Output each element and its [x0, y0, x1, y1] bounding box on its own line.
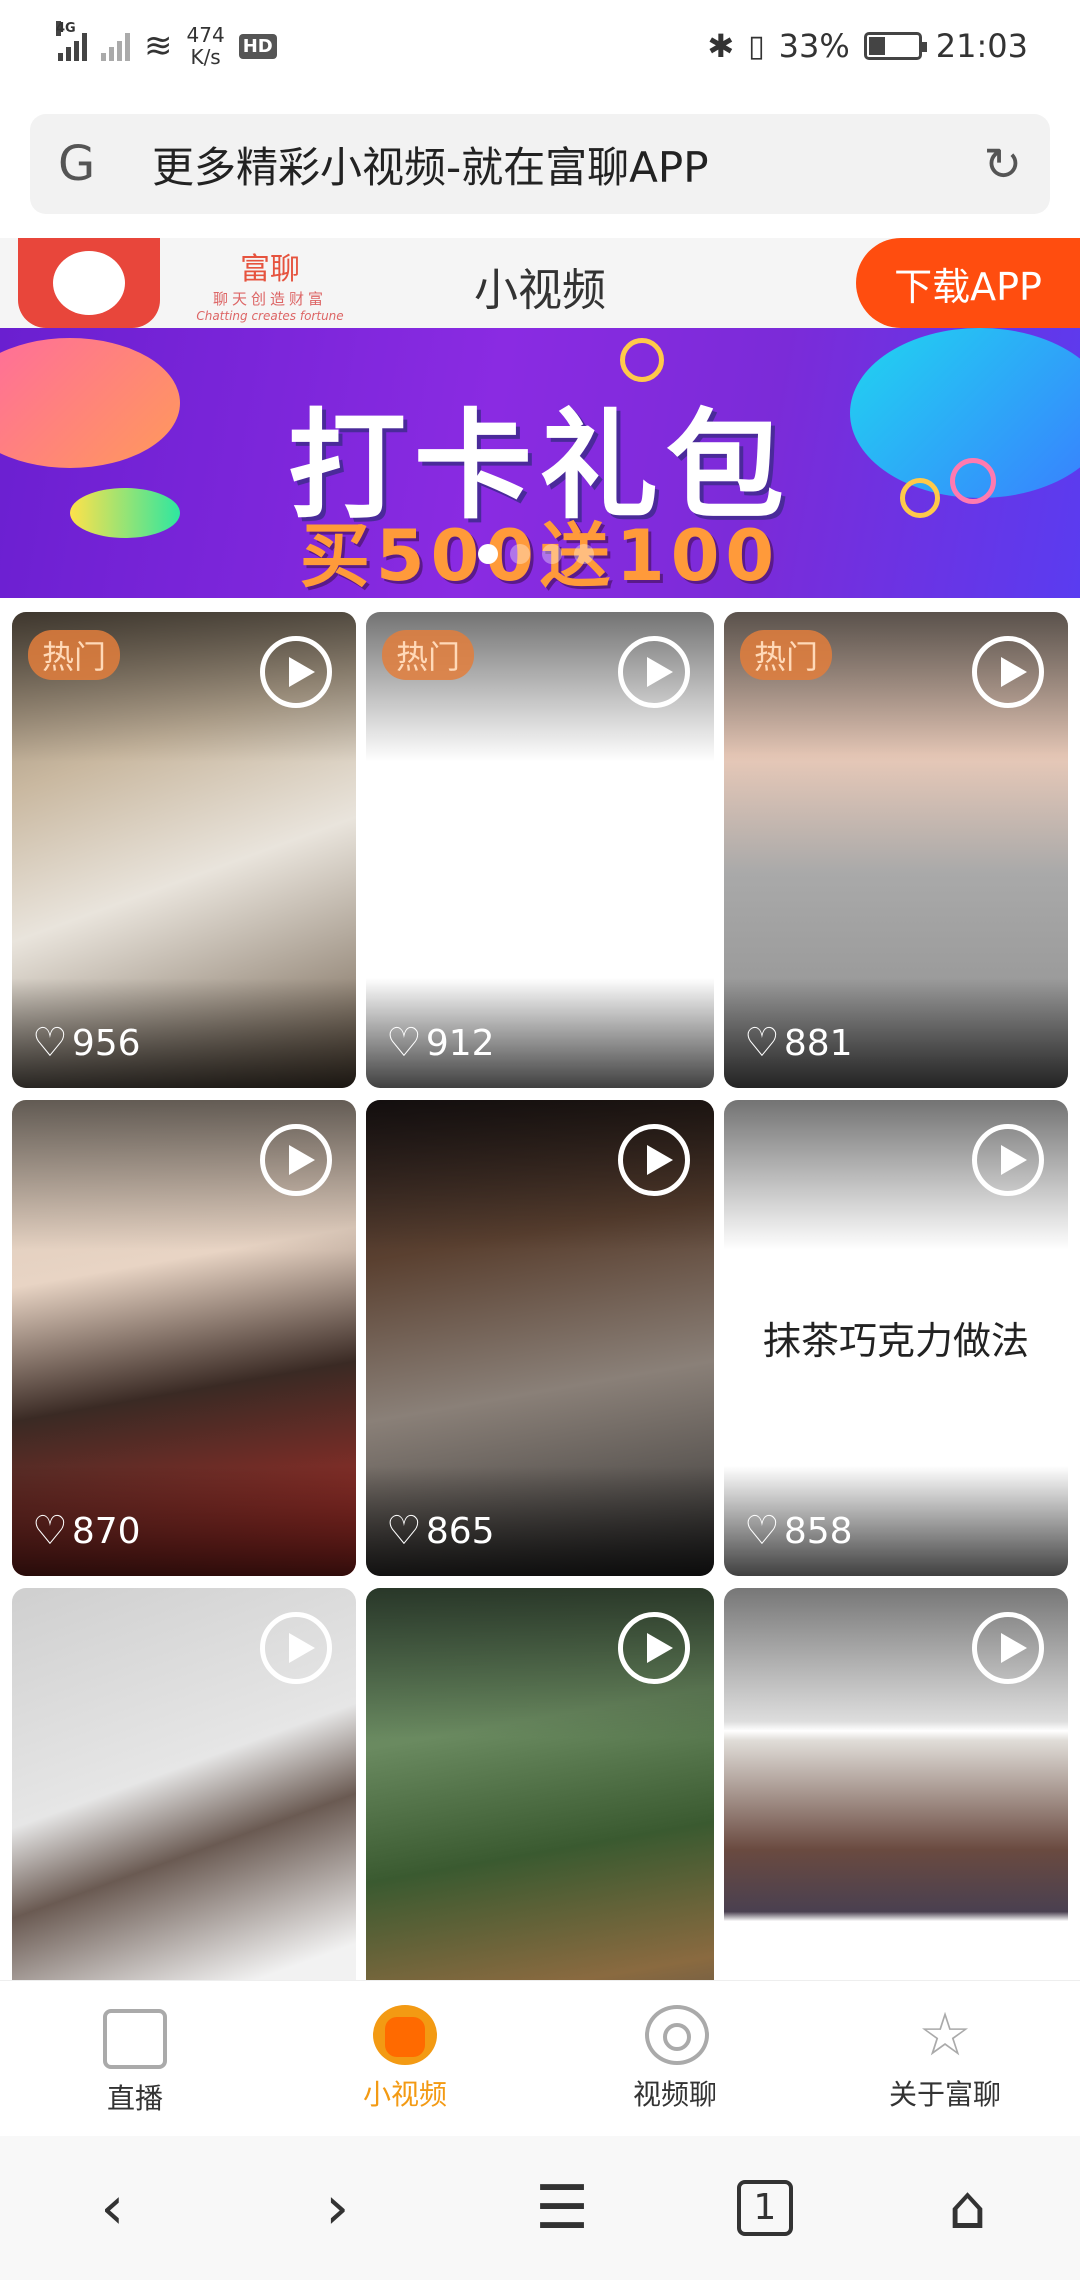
tab-short-video[interactable]: 小视频: [270, 1981, 540, 2136]
network-speed: 474 K/s: [186, 23, 225, 69]
video-chat-icon: [645, 2004, 709, 2065]
play-icon[interactable]: [260, 1612, 332, 1684]
hot-badge: 热门: [740, 630, 833, 680]
heart-icon: ♡: [744, 1020, 780, 1066]
pager-dot[interactable]: [510, 544, 530, 564]
like-count: ♡ 881: [744, 1020, 853, 1066]
heart-icon: ♡: [32, 1508, 68, 1554]
tab-video-chat[interactable]: 视频聊: [540, 1981, 810, 2136]
wifi-icon: ≋: [144, 26, 173, 66]
video-card[interactable]: [12, 1588, 356, 1980]
battery-icon: [863, 32, 927, 60]
like-count: ♡ 912: [386, 1020, 495, 1066]
url-input[interactable]: [122, 139, 984, 189]
play-icon[interactable]: [972, 1124, 1044, 1196]
like-count: ♡ 956: [32, 1020, 141, 1066]
forward-icon[interactable]: ›: [287, 2173, 387, 2243]
cell-signal-2-icon: [101, 31, 130, 61]
play-icon[interactable]: [618, 636, 690, 708]
video-card[interactable]: 热门 ♡ 912: [366, 612, 714, 1088]
star-icon: ☆: [918, 1999, 972, 2070]
video-card[interactable]: ♡ 865: [366, 1100, 714, 1576]
browser-nav-bar: ‹ › ☰ 1 ⌂: [0, 2136, 1080, 2280]
like-count: ♡ 870: [32, 1508, 141, 1554]
like-count: ♡ 858: [744, 1508, 853, 1554]
video-card[interactable]: [724, 1588, 1068, 1980]
battery-percent: 33%: [778, 27, 850, 65]
address-bar[interactable]: G ↻: [30, 114, 1050, 214]
heart-icon: ♡: [386, 1020, 422, 1066]
heart-icon: ♡: [744, 1508, 780, 1554]
play-icon[interactable]: [260, 636, 332, 708]
play-icon[interactable]: [260, 1124, 332, 1196]
bottom-tab-bar: 直播 小视频 视频聊 ☆ 关于富聊: [0, 1980, 1080, 2136]
video-card[interactable]: [366, 1588, 714, 1980]
video-card[interactable]: ♡ 870: [12, 1100, 356, 1576]
tab-label: 关于富聊: [888, 2077, 1001, 2111]
hot-badge: 热门: [28, 630, 121, 680]
pager-dot[interactable]: [542, 544, 562, 564]
search-engine-icon[interactable]: G: [58, 136, 122, 192]
play-icon[interactable]: [618, 1612, 690, 1684]
video-card[interactable]: 热门 ♡ 881: [724, 612, 1068, 1088]
tabs-icon[interactable]: 1: [736, 2180, 793, 2236]
heart-icon: ♡: [386, 1508, 422, 1554]
play-icon[interactable]: [618, 1124, 690, 1196]
promo-banner[interactable]: 打卡礼包 买500送100: [0, 328, 1080, 598]
video-card[interactable]: 热门 ♡ 956: [12, 612, 356, 1088]
app-header: 富聊 聊天创造财富 Chatting creates fortune 小视频 下…: [0, 238, 1080, 328]
pager-dot[interactable]: [478, 544, 498, 564]
tab-label: 小视频: [362, 2077, 447, 2111]
download-app-button[interactable]: 下载APP: [856, 238, 1080, 328]
status-bar: 4G ≋ 474 K/s HD ✱ ▯ 33% 21:03: [0, 0, 1080, 92]
reload-icon[interactable]: ↻: [983, 137, 1022, 191]
short-video-icon: [373, 2004, 437, 2065]
hot-badge: 热门: [382, 630, 475, 680]
play-icon[interactable]: [972, 1612, 1044, 1684]
like-count: ♡ 865: [386, 1508, 495, 1554]
video-grid: 热门 ♡ 956 热门 ♡ 912 热门 ♡ 881 ♡ 870 ♡ 865 抹茶巧克力做…: [12, 612, 1068, 1980]
tv-icon: [103, 2008, 167, 2069]
home-icon[interactable]: ⌂: [918, 2173, 1018, 2243]
tab-about[interactable]: ☆ 关于富聊: [810, 1981, 1080, 2136]
tab-label: 视频聊: [632, 2077, 717, 2111]
clock: 21:03: [935, 27, 1028, 65]
menu-icon[interactable]: ☰: [512, 2173, 612, 2243]
heart-icon: ♡: [32, 1020, 68, 1066]
banner-pager[interactable]: [478, 544, 594, 564]
pager-dot[interactable]: [574, 544, 594, 564]
cell-signal-icon: 4G: [56, 21, 87, 61]
back-icon[interactable]: ‹: [62, 2173, 162, 2243]
bluetooth-icon: ✱: [707, 27, 735, 65]
video-card[interactable]: 抹茶巧克力做法 ♡ 858: [724, 1100, 1068, 1576]
hd-badge: HD: [238, 33, 277, 59]
tab-live[interactable]: 直播: [0, 1981, 270, 2136]
video-caption: 抹茶巧克力做法: [762, 1319, 1029, 1363]
play-icon[interactable]: [972, 636, 1044, 708]
tab-label: 直播: [106, 2081, 163, 2115]
vibrate-icon: ▯: [748, 28, 765, 64]
